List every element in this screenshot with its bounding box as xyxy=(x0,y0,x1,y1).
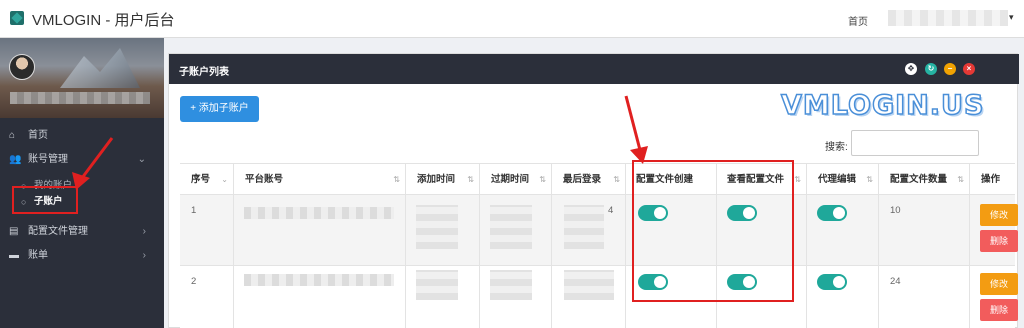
sidebar-item-label: 账单 xyxy=(28,250,48,261)
cell-last-login-blurred xyxy=(552,266,626,328)
panel-title: 子账户列表 xyxy=(179,67,229,78)
app-title: VMLOGIN - 用户后台 xyxy=(32,12,175,29)
cell-profile-count: 10 xyxy=(879,195,970,266)
cell-proxy-edit xyxy=(807,266,879,328)
sort-icon: ⇅ xyxy=(957,175,964,184)
cell-expire-time-blurred xyxy=(480,195,552,266)
cell-account-blurred xyxy=(234,266,406,328)
sidebar-item-profile-management[interactable]: ▤ 配置文件管理 › xyxy=(0,220,164,244)
add-sub-account-button[interactable]: + 添加子账户 xyxy=(180,96,259,122)
sort-icon: ⇅ xyxy=(467,175,474,184)
expand-icon[interactable]: ✥ xyxy=(905,63,917,75)
sidebar-banner xyxy=(0,38,164,118)
sort-icon: ⇅ xyxy=(393,175,400,184)
reload-icon[interactable]: ↻ xyxy=(925,63,937,75)
home-icon: ⌂ xyxy=(9,130,16,141)
sub-account-panel: 子账户列表 ✥ ↻ − × + 添加子账户 VMLOGIN.US 搜索: 序号 ⌄… xyxy=(168,53,1019,328)
annotation-highlight-permission-columns xyxy=(632,160,794,302)
proxy-edit-toggle[interactable] xyxy=(817,205,847,221)
cell-last-login-blurred: 4 xyxy=(552,195,626,266)
column-header[interactable]: 代理编辑 ⇅ xyxy=(807,164,879,195)
column-header[interactable]: 序号 ⌄ xyxy=(180,164,234,195)
file-icon: ▤ xyxy=(9,226,19,237)
top-bar: VMLOGIN - 用户后台 首页 ▾ xyxy=(0,0,1024,38)
search-input[interactable] xyxy=(851,130,979,156)
cell-actions: 修改 删除 xyxy=(970,266,1018,328)
sidebar-item-account-management[interactable]: 👥 账号管理 ⌄ xyxy=(0,148,164,172)
watermark: VMLOGIN.US xyxy=(780,89,985,122)
delete-button[interactable]: 删除 xyxy=(980,299,1018,321)
column-header: 操作 xyxy=(970,164,1015,195)
username-blurred xyxy=(10,92,150,104)
close-icon[interactable]: × xyxy=(963,63,975,75)
user-plus-icon: 👥 xyxy=(9,154,22,165)
sort-icon: ⇅ xyxy=(866,175,873,184)
cell-added-time-blurred xyxy=(406,195,480,266)
chevron-right-icon: › xyxy=(142,226,146,237)
cell-actions: 修改 删除 xyxy=(970,195,1018,266)
chevron-down-icon[interactable]: ▾ xyxy=(1009,12,1014,23)
proxy-edit-toggle[interactable] xyxy=(817,274,847,290)
chevron-right-icon: › xyxy=(142,250,146,261)
user-menu-blurred[interactable] xyxy=(888,10,1008,26)
sort-icon: ⇅ xyxy=(539,175,546,184)
edit-button[interactable]: 修改 xyxy=(980,273,1018,295)
edit-button[interactable]: 修改 xyxy=(980,204,1018,226)
chevron-down-icon: ⌄ xyxy=(137,154,146,165)
column-header[interactable]: 最后登录 ⇅ xyxy=(552,164,626,195)
logo-icon xyxy=(10,11,24,25)
cell-expire-time-blurred xyxy=(480,266,552,328)
column-header[interactable]: 过期时间 ⇅ xyxy=(480,164,552,195)
cell-index: 2 xyxy=(180,266,234,328)
avatar[interactable] xyxy=(9,54,35,80)
annotation-highlight-sub-account xyxy=(12,186,78,214)
delete-button[interactable]: 删除 xyxy=(980,230,1018,252)
sort-icon: ⇅ xyxy=(613,175,620,184)
sidebar-item-label: 配置文件管理 xyxy=(28,226,88,237)
card-icon: ▬ xyxy=(9,250,19,261)
cell-account-blurred xyxy=(234,195,406,266)
sidebar-item-label: 账号管理 xyxy=(28,154,68,165)
sort-icon: ⇅ xyxy=(794,175,801,184)
home-link[interactable]: 首页 xyxy=(848,13,868,28)
cell-proxy-edit xyxy=(807,195,879,266)
sidebar-item-billing[interactable]: ▬ 账单 › xyxy=(0,244,164,268)
sidebar-item-home[interactable]: ⌂ 首页 xyxy=(0,124,164,148)
sidebar-item-label: 首页 xyxy=(28,130,48,141)
cell-profile-count: 24 xyxy=(879,266,970,328)
search-label: 搜索: xyxy=(825,142,848,153)
sort-icon: ⌄ xyxy=(221,175,228,184)
sidebar: ⌂ 首页 👥 账号管理 ⌄ ○ 我的账户 ○ 子账户 ▤ 配置文件管理 › ▬ … xyxy=(0,38,164,328)
cell-index: 1 xyxy=(180,195,234,266)
cell-added-time-blurred xyxy=(406,266,480,328)
sub-account-table: 序号 ⌄ 平台账号 ⇅ 添加时间 ⇅ 过期时间 ⇅ 最后登录 ⇅ 配置文件创建 查看配置文… xyxy=(180,163,1018,328)
column-header[interactable]: 添加时间 ⇅ xyxy=(406,164,480,195)
minimize-icon[interactable]: − xyxy=(944,63,956,75)
column-header[interactable]: 配置文件数量 ⇅ xyxy=(879,164,970,195)
panel-header: 子账户列表 ✥ ↻ − × xyxy=(169,54,1019,84)
column-header[interactable]: 平台账号 ⇅ xyxy=(234,164,406,195)
